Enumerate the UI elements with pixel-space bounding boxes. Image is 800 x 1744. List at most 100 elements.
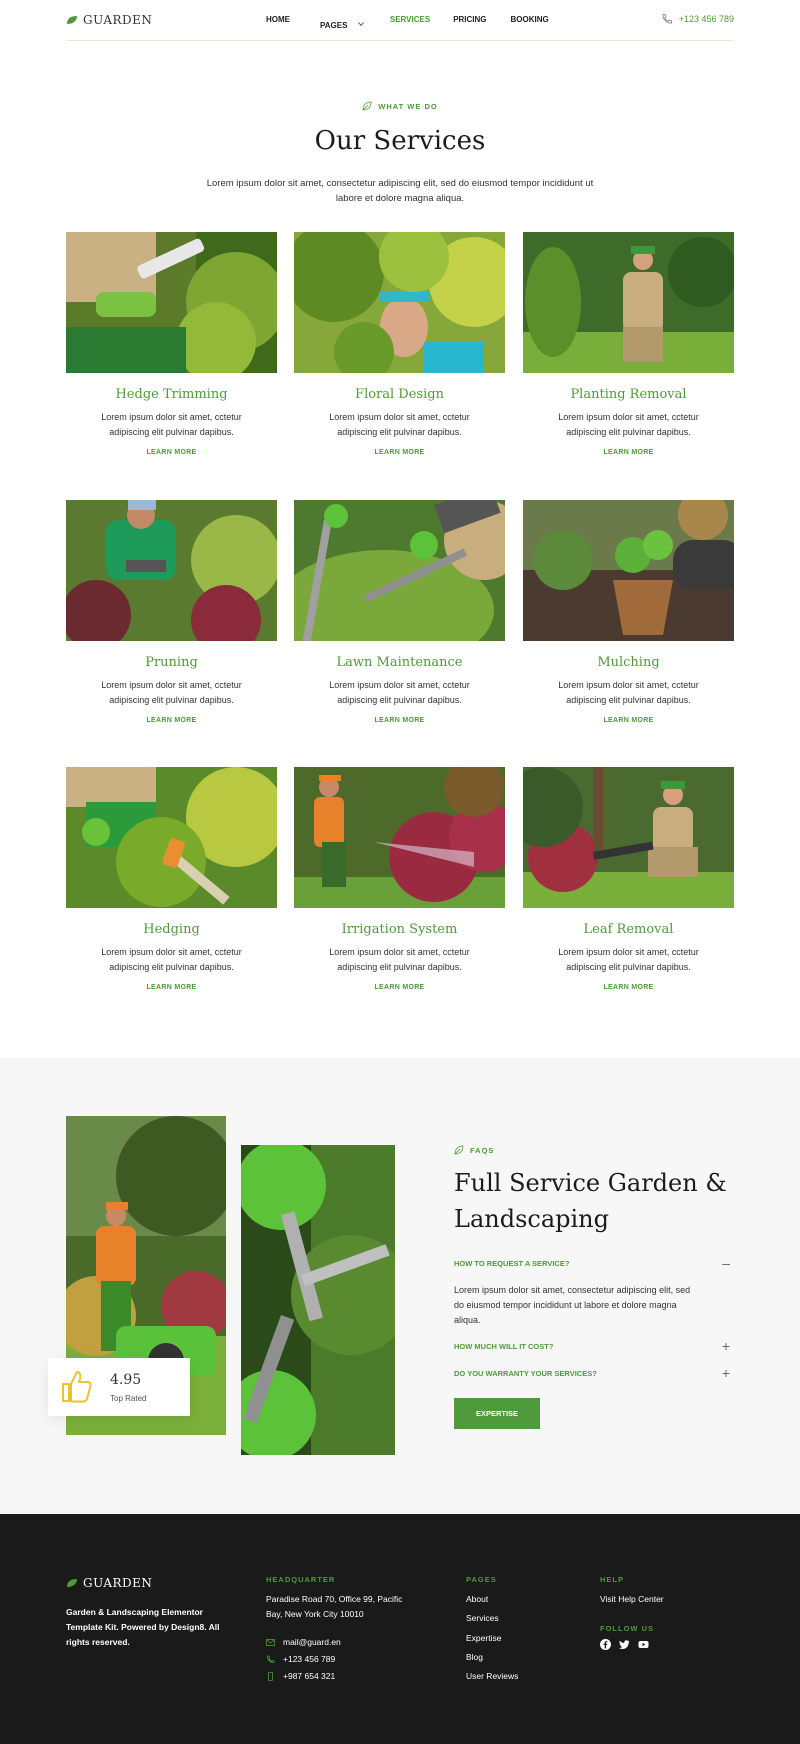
service-image (523, 232, 734, 373)
learn-more-link[interactable]: LEARN MORE (66, 717, 277, 724)
footer-link-reviews[interactable]: User Reviews (466, 1671, 518, 1681)
services-title: Our Services (314, 126, 486, 156)
service-desc: Lorem ipsum dolor sit amet, cctetur adip… (558, 680, 699, 705)
faq-answer: Lorem ipsum dolor sit amet, consectetur … (454, 1285, 691, 1325)
footer-link-services[interactable]: Services (466, 1613, 499, 1623)
service-desc: Lorem ipsum dolor sit amet, cctetur adip… (558, 947, 699, 972)
main-nav: HOME PAGES SERVICES PRICING BOOKING (266, 15, 549, 33)
service-desc: Lorem ipsum dolor sit amet, cctetur adip… (329, 680, 470, 705)
minus-icon: – (722, 1255, 730, 1271)
footer-mobile-text: +987 654 321 (283, 1671, 336, 1681)
footer-mobile[interactable]: +987 654 321 (266, 1671, 335, 1681)
leaf-icon (67, 16, 77, 24)
footer-help-link[interactable]: Visit Help Center (600, 1594, 664, 1604)
faq-question-request[interactable]: HOW TO REQUEST A SERVICE? – (454, 1255, 730, 1271)
service-image (523, 767, 734, 908)
service-title: Leaf Removal (583, 922, 674, 937)
faq-question-warranty[interactable]: DO YOU WARRANTY YOUR SERVICES? + (454, 1365, 730, 1381)
youtube-icon[interactable] (638, 1639, 649, 1650)
mail-icon (266, 1638, 275, 1646)
service-desc: Lorem ipsum dolor sit amet, cctetur adip… (101, 412, 242, 437)
thumbs-up-icon (62, 1371, 92, 1403)
header-phone[interactable]: +123 456 789 (661, 13, 734, 25)
service-card: Pruning Lorem ipsum dolor sit amet, ccte… (66, 500, 277, 724)
learn-more-link[interactable]: LEARN MORE (523, 984, 734, 991)
service-title: Mulching (597, 655, 660, 670)
service-card: Leaf Removal Lorem ipsum dolor sit amet,… (523, 767, 734, 991)
footer-brand-name: GUARDEN (83, 1576, 153, 1590)
service-image (66, 500, 277, 641)
footer-email-text: mail@guard.en (283, 1637, 341, 1647)
service-card: Irrigation System Lorem ipsum dolor sit … (294, 767, 505, 991)
plus-icon: + (721, 1338, 730, 1354)
service-image (294, 767, 505, 908)
service-title: Floral Design (355, 387, 444, 402)
leaf-outline-icon (362, 101, 372, 111)
footer-link-blog[interactable]: Blog (466, 1652, 483, 1662)
footer-address: Paradise Road 70, Office 99, Pacific Bay… (266, 1594, 403, 1619)
service-image (66, 767, 277, 908)
footer-link-about[interactable]: About (466, 1594, 488, 1604)
leaf-icon (67, 1579, 77, 1587)
nav-pricing[interactable]: PRICING (453, 15, 486, 33)
nav-services[interactable]: SERVICES (390, 15, 430, 33)
nav-pages[interactable]: PAGES (320, 15, 364, 33)
service-title: Irrigation System (341, 922, 458, 937)
chevron-down-icon (358, 22, 364, 27)
learn-more-link[interactable]: LEARN MORE (294, 717, 505, 724)
learn-more-link[interactable]: LEARN MORE (294, 449, 505, 456)
nav-pages-label: PAGES (320, 21, 348, 30)
phone-icon (662, 14, 672, 24)
service-title: Planting Removal (570, 387, 687, 402)
twitter-icon[interactable] (619, 1639, 630, 1650)
leaf-outline-icon (454, 1145, 464, 1155)
footer-follow-heading: FOLLOW US (600, 1624, 654, 1633)
footer-logo[interactable]: GUARDEN (66, 1576, 152, 1590)
faq-photo-pruning (241, 1145, 395, 1455)
brand-name: GUARDEN (83, 13, 153, 27)
site-header: GUARDEN HOME PAGES SERVICES PRICING BOOK… (66, 0, 734, 41)
mobile-icon (268, 1671, 273, 1681)
learn-more-link[interactable]: LEARN MORE (66, 984, 277, 991)
expertise-button[interactable]: EXPERTISE (454, 1398, 540, 1429)
service-card: Planting Removal Lorem ipsum dolor sit a… (523, 232, 734, 456)
services-lead: Lorem ipsum dolor sit amet, consectetur … (206, 178, 594, 204)
faq-question-text: HOW MUCH WILL IT COST? (454, 1342, 554, 1351)
service-card: Hedging Lorem ipsum dolor sit amet, ccte… (66, 767, 277, 991)
services-eyebrow: WHAT WE DO (0, 101, 800, 111)
service-image (66, 232, 277, 373)
learn-more-link[interactable]: LEARN MORE (294, 984, 505, 991)
social-links (600, 1639, 649, 1650)
service-title: Hedge Trimming (115, 387, 228, 402)
brand-logo[interactable]: GUARDEN (66, 13, 152, 27)
faq-question-text: DO YOU WARRANTY YOUR SERVICES? (454, 1369, 597, 1378)
site-footer: GUARDEN Garden & Landscaping Elementor T… (0, 1514, 800, 1744)
service-card: Floral Design Lorem ipsum dolor sit amet… (294, 232, 505, 456)
service-desc: Lorem ipsum dolor sit amet, cctetur adip… (101, 947, 242, 972)
service-image (294, 500, 505, 641)
service-card: Lawn Maintenance Lorem ipsum dolor sit a… (294, 500, 505, 724)
learn-more-link[interactable]: LEARN MORE (523, 449, 734, 456)
facebook-icon[interactable] (600, 1639, 611, 1650)
faq-eyebrow: FAQS (454, 1145, 494, 1155)
rating-card: 4.95 Top Rated (48, 1358, 190, 1416)
faq-title: Full Service Garden & Landscaping (454, 1169, 727, 1233)
faq-question-cost[interactable]: HOW MUCH WILL IT COST? + (454, 1338, 730, 1354)
nav-home[interactable]: HOME (266, 15, 290, 33)
service-desc: Lorem ipsum dolor sit amet, cctetur adip… (329, 412, 470, 437)
services-eyebrow-text: WHAT WE DO (378, 101, 438, 111)
nav-booking[interactable]: BOOKING (511, 15, 549, 33)
service-title: Pruning (145, 655, 198, 670)
rating-score: 4.95 (110, 1372, 142, 1388)
phone-icon (267, 1655, 275, 1663)
footer-hq-heading: HEADQUARTER (266, 1575, 336, 1584)
footer-phone[interactable]: +123 456 789 (266, 1654, 335, 1664)
footer-email[interactable]: mail@guard.en (266, 1637, 341, 1647)
service-title: Hedging (143, 922, 200, 937)
rating-label: Top Rated (110, 1394, 147, 1403)
footer-link-expertise[interactable]: Expertise (466, 1633, 501, 1643)
learn-more-link[interactable]: LEARN MORE (523, 717, 734, 724)
faq-eyebrow-text: FAQS (470, 1145, 495, 1155)
faq-question-text: HOW TO REQUEST A SERVICE? (454, 1259, 570, 1268)
learn-more-link[interactable]: LEARN MORE (66, 449, 277, 456)
